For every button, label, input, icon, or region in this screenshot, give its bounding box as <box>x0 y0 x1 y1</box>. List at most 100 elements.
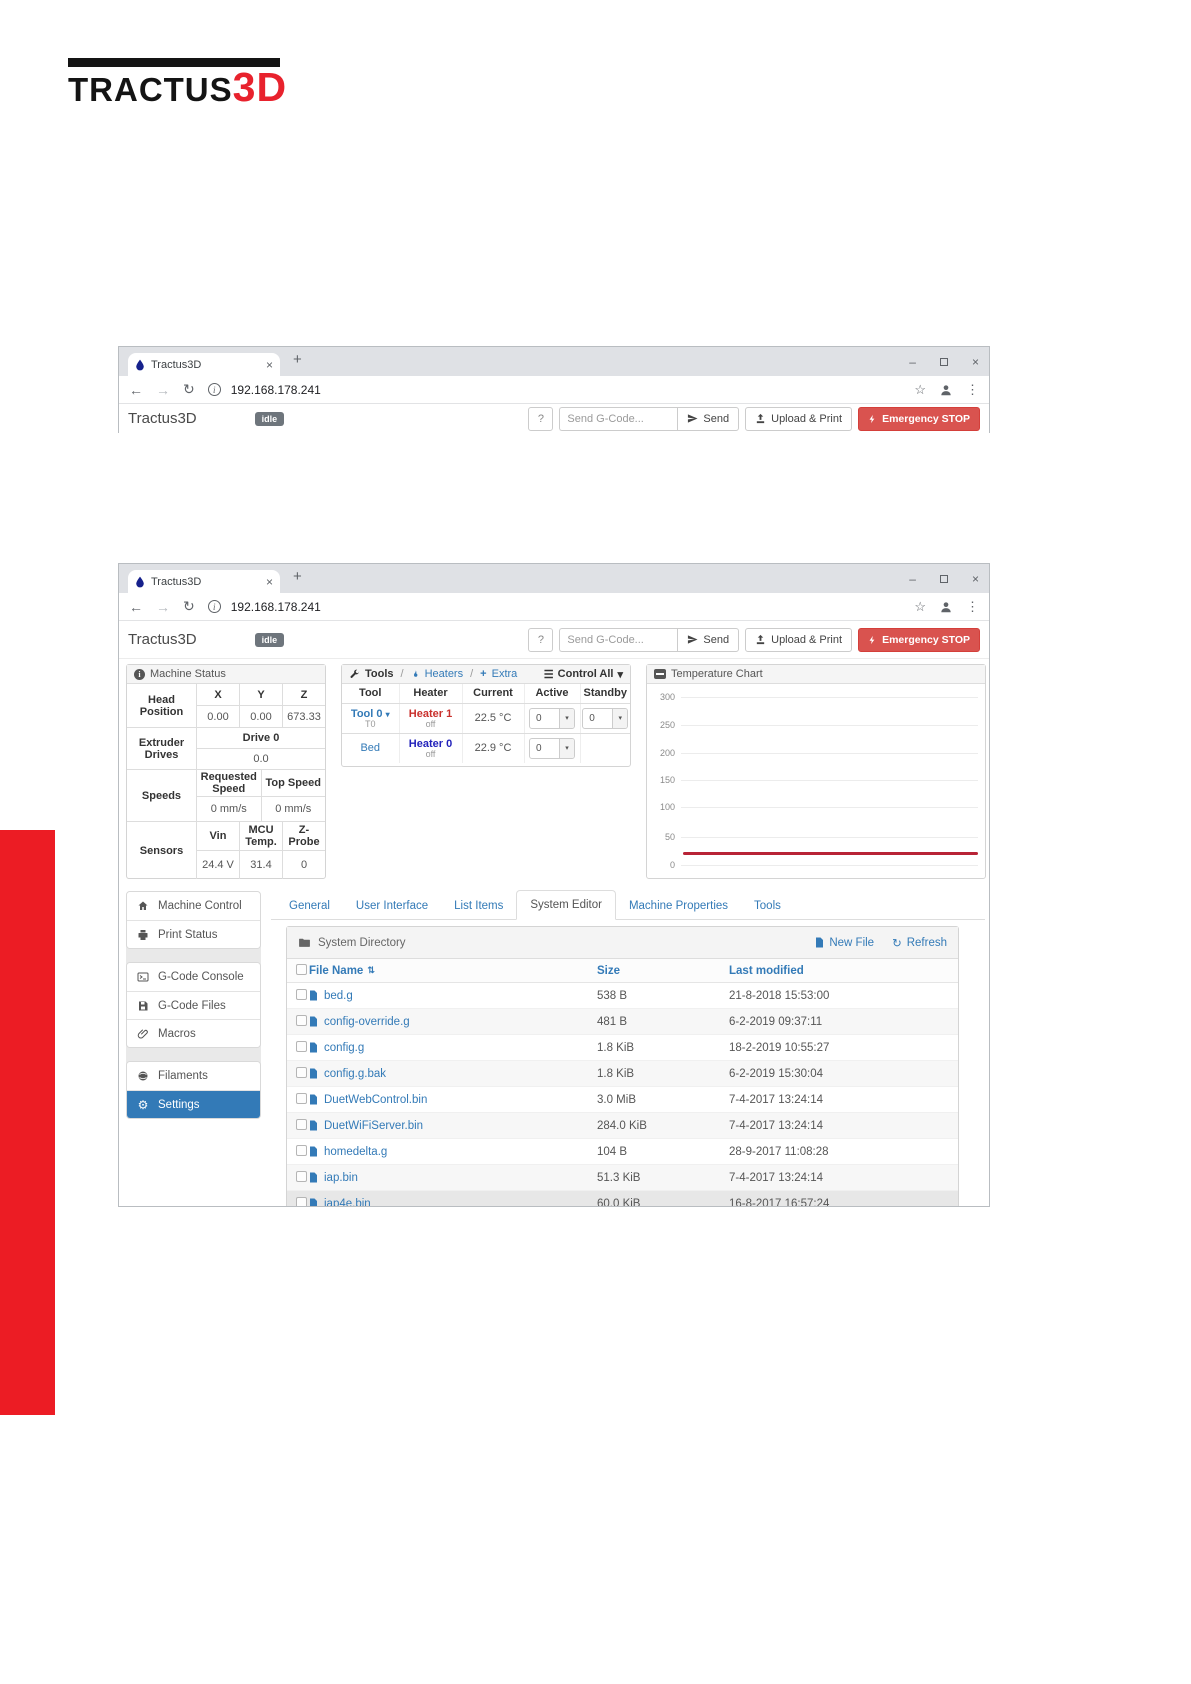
new-tab-button[interactable]: + <box>293 351 302 368</box>
caret-down-icon[interactable]: ▾ <box>559 708 574 728</box>
site-info-icon[interactable]: i <box>207 600 221 613</box>
caret-down-icon[interactable]: ▾ <box>559 738 574 758</box>
hamburger-icon: ☰ <box>543 668 554 681</box>
site-info-icon[interactable]: i <box>207 383 221 396</box>
send-button[interactable]: Send <box>677 627 740 652</box>
heaters-link[interactable]: Heaters <box>425 668 464 680</box>
minimize-button[interactable]: – <box>909 572 916 586</box>
help-button[interactable]: ? <box>528 406 554 431</box>
row-checkbox[interactable] <box>296 1014 307 1026</box>
sidebar-item-machine-control[interactable]: Machine Control <box>127 892 260 920</box>
send-button[interactable]: Send <box>677 406 740 431</box>
tab-tools[interactable]: Tools <box>741 892 794 920</box>
column-last-modified[interactable]: Last modified <box>729 965 958 977</box>
sidebar-item-gcode-console[interactable]: G-Code Console <box>127 963 260 991</box>
row-checkbox[interactable] <box>296 1092 307 1104</box>
sidebar-item-gcode-files[interactable]: G-Code Files <box>127 991 260 1019</box>
row-checkbox[interactable] <box>296 1170 307 1182</box>
upload-print-button[interactable]: Upload & Print <box>745 406 853 431</box>
tab-user-interface[interactable]: User Interface <box>343 892 441 920</box>
file-link[interactable]: bed.g <box>324 990 353 1002</box>
forward-icon[interactable]: → <box>156 599 170 615</box>
browser-tab[interactable]: Tractus3D × <box>128 570 280 593</box>
bookmark-star-icon[interactable]: ☆ <box>914 382 926 398</box>
tab-system-editor[interactable]: System Editor <box>516 890 616 920</box>
new-file-button[interactable]: New File <box>815 936 874 950</box>
back-icon[interactable]: ← <box>129 382 143 398</box>
bookmark-star-icon[interactable]: ☆ <box>914 599 926 615</box>
y-tick-200: 200 <box>659 748 675 758</box>
sort-icon[interactable]: ⇅ <box>367 965 375 976</box>
column-file-name[interactable]: File Name <box>309 965 363 977</box>
upload-print-button[interactable]: Upload & Print <box>745 627 853 652</box>
gridline <box>681 753 978 754</box>
maximize-button[interactable] <box>939 574 948 583</box>
tool0-active-input[interactable]: 0 ▾ <box>529 707 575 729</box>
row-checkbox[interactable] <box>296 1118 307 1130</box>
row-checkbox[interactable] <box>296 1144 307 1156</box>
column-size[interactable]: Size <box>597 965 729 977</box>
close-button[interactable]: × <box>972 355 979 369</box>
maximize-button[interactable] <box>939 357 948 366</box>
tab-close-icon[interactable]: × <box>266 576 273 588</box>
sidebar-item-filaments[interactable]: Filaments <box>127 1062 260 1090</box>
close-button[interactable]: × <box>972 572 979 586</box>
browser-tab[interactable]: Tractus3D × <box>128 353 280 376</box>
gridline <box>681 725 978 726</box>
emergency-stop-button[interactable]: Emergency STOP <box>858 406 980 431</box>
minimize-button[interactable]: – <box>909 355 916 369</box>
address-url[interactable]: 192.168.178.241 <box>231 383 321 397</box>
forward-icon[interactable]: → <box>156 382 170 398</box>
profile-avatar-icon[interactable] <box>939 383 953 397</box>
file-link[interactable]: iap4e.bin <box>324 1198 371 1207</box>
sidebar-item-macros[interactable]: Macros <box>127 1019 260 1047</box>
reload-icon[interactable]: ↻ <box>183 598 195 615</box>
row-checkbox[interactable] <box>296 1040 307 1052</box>
tool0-standby-input[interactable]: 0 ▾ <box>582 707 629 729</box>
emergency-stop-button[interactable]: Emergency STOP <box>858 627 980 652</box>
machine-status-panel: i Machine Status Head Position X Y Z 0.0… <box>126 664 326 879</box>
heater0-link[interactable]: Heater 0 <box>401 738 461 750</box>
tab-general[interactable]: General <box>276 892 343 920</box>
file-link[interactable]: config.g <box>324 1042 364 1054</box>
new-tab-button[interactable]: + <box>293 568 302 585</box>
gridline <box>681 780 978 781</box>
file-link[interactable]: config-override.g <box>324 1016 410 1028</box>
tools-link[interactable]: Tools <box>365 668 394 680</box>
tab-close-icon[interactable]: × <box>266 359 273 371</box>
extra-link[interactable]: Extra <box>492 668 518 680</box>
row-checkbox[interactable] <box>296 1066 307 1078</box>
select-all-checkbox[interactable] <box>296 963 307 975</box>
bed-active-input[interactable]: 0 ▾ <box>529 737 575 759</box>
control-all-dropdown[interactable]: ☰ Control All ▾ <box>544 668 623 681</box>
profile-avatar-icon[interactable] <box>939 600 953 614</box>
bed-link[interactable]: Bed <box>360 742 380 754</box>
caret-down-icon[interactable]: ▾ <box>612 708 628 728</box>
gcode-input[interactable] <box>559 406 678 431</box>
browser-menu-icon[interactable]: ⋮ <box>966 382 979 398</box>
address-url[interactable]: 192.168.178.241 <box>231 600 321 614</box>
heater1-link[interactable]: Heater 1 <box>401 708 461 720</box>
gcode-input[interactable] <box>559 627 678 652</box>
row-checkbox[interactable] <box>296 988 307 1000</box>
sidebar-item-settings[interactable]: ⚙ Settings <box>127 1090 260 1118</box>
tab-list-items[interactable]: List Items <box>441 892 516 920</box>
tool0-dropdown[interactable]: Tool 0 ▾ <box>351 708 390 720</box>
file-link[interactable]: DuetWiFiServer.bin <box>324 1120 423 1132</box>
sidebar-group-gcode: G-Code Console G-Code Files Macros <box>126 962 261 1048</box>
reload-icon[interactable]: ↻ <box>183 381 195 398</box>
tab-machine-properties[interactable]: Machine Properties <box>616 892 741 920</box>
temperature-series-line <box>683 852 978 855</box>
file-link[interactable]: iap.bin <box>324 1172 358 1184</box>
wrench-icon <box>349 669 360 680</box>
back-icon[interactable]: ← <box>129 599 143 615</box>
gridline <box>681 865 978 866</box>
row-checkbox[interactable] <box>296 1196 307 1206</box>
browser-menu-icon[interactable]: ⋮ <box>966 599 979 615</box>
refresh-button[interactable]: ↻ Refresh <box>892 936 947 950</box>
file-link[interactable]: config.g.bak <box>324 1068 386 1080</box>
help-button[interactable]: ? <box>528 627 554 652</box>
sidebar-item-print-status[interactable]: Print Status <box>127 920 260 948</box>
file-link[interactable]: homedelta.g <box>324 1146 387 1158</box>
file-link[interactable]: DuetWebControl.bin <box>324 1094 427 1106</box>
